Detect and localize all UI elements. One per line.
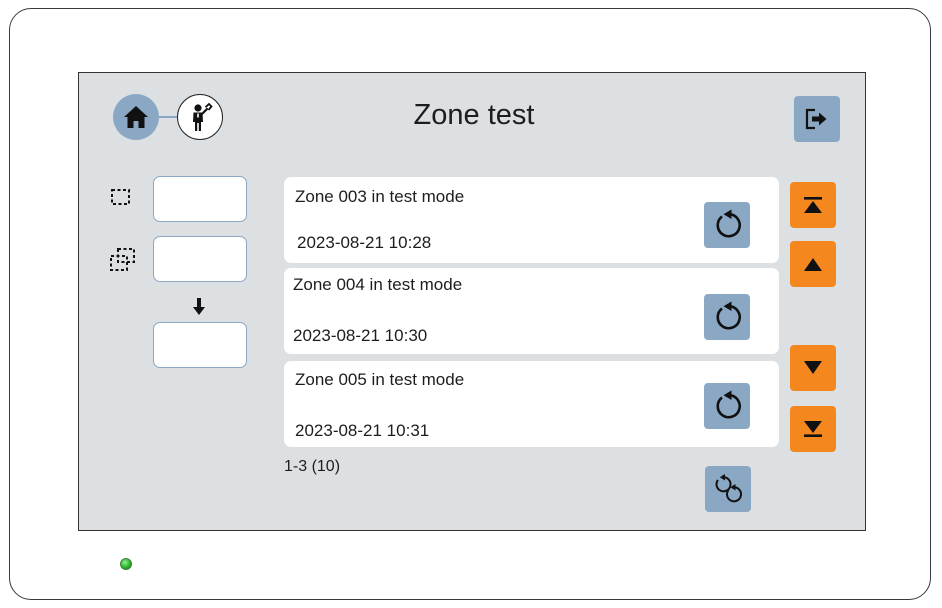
zone-to-field[interactable] [153, 236, 247, 282]
page-down-button[interactable] [790, 345, 836, 391]
arrow-down-icon [193, 298, 205, 315]
status-led [120, 558, 132, 570]
logout-button[interactable] [794, 96, 840, 142]
technician-icon [193, 102, 213, 131]
zone-from-field[interactable] [153, 176, 247, 222]
home-icon [124, 106, 148, 128]
zone-row: Zone 004 in test mode 2023-08-21 10:30 [284, 268, 779, 354]
zone-timestamp: 2023-08-21 10:28 [297, 233, 432, 252]
dashed-square-icon [111, 189, 130, 205]
page-title: Zone test [413, 99, 535, 131]
breadcrumb-connector [157, 116, 179, 118]
last-page-button[interactable] [790, 406, 836, 452]
page-down-icon [804, 361, 822, 374]
zone-label: Zone 005 in test mode [295, 370, 465, 389]
page-up-button[interactable] [790, 241, 836, 287]
home-button[interactable] [113, 94, 159, 140]
reset-icon [716, 390, 741, 419]
reset-icon [716, 301, 741, 330]
screen: Zone test Zone 003 in test mode 2023-08-… [78, 72, 866, 531]
pagination-label: 1-3 (10) [284, 458, 341, 475]
zone-row: Zone 005 in test mode 2023-08-21 10:31 [284, 361, 779, 447]
technician-button[interactable] [177, 94, 223, 140]
zone-row: Zone 003 in test mode 2023-08-21 10:28 [284, 177, 779, 263]
zone-label: Zone 003 in test mode [295, 187, 465, 206]
reset-all-icon [715, 474, 742, 503]
zone-label: Zone 004 in test mode [293, 275, 463, 294]
reset-zone-button[interactable] [704, 202, 750, 248]
last-page-icon [804, 421, 822, 437]
reset-zone-button[interactable] [704, 383, 750, 429]
dashed-squares-icon [110, 248, 135, 271]
reset-icon [716, 209, 741, 238]
reset-all-button[interactable] [705, 466, 751, 512]
reset-zone-button[interactable] [704, 294, 750, 340]
page-up-icon [804, 258, 822, 271]
zone-result-field[interactable] [153, 322, 247, 368]
first-page-icon [804, 197, 822, 213]
zone-timestamp: 2023-08-21 10:31 [295, 421, 430, 440]
first-page-button[interactable] [790, 182, 836, 228]
zone-timestamp: 2023-08-21 10:30 [293, 326, 428, 345]
logout-icon [805, 108, 827, 130]
